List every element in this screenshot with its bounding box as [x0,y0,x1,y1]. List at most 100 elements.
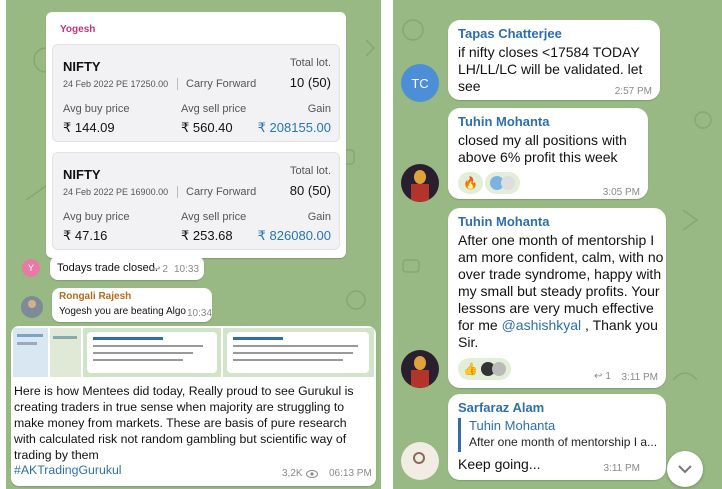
total-lot-value: 80 (50) [289,183,331,198]
thumb-card [87,332,217,373]
reply-count[interactable]: ↩ 2 [152,264,168,275]
mention-link[interactable]: @ashishkyal [502,317,582,333]
sender-name: Sarfaraz Alam [458,400,545,415]
eye-icon [305,469,318,478]
message-time: 3:11 PM [603,463,641,474]
message-bubble[interactable]: Sarfaraz Alam Tuhin Mohanta After one mo… [448,394,666,480]
fire-emoji: 🔥 [463,176,478,190]
position-type: Carry Forward [186,186,257,198]
reaction-fire[interactable]: 🔥 [458,172,483,194]
thumb-line [93,337,163,340]
thumb-line [17,342,37,345]
avg-sell-value: ₹ 560.40 [181,120,233,135]
total-lot-label: Total lot. [290,165,331,177]
sender-name: Rongali Rajesh [59,291,132,302]
reaction-thumbs-up[interactable]: 👍 [458,358,511,380]
avg-buy-label: Avg buy price [63,211,130,223]
gain-value: ₹ 826080.00 [257,228,331,243]
message-text: Keep going... [458,456,541,472]
position-detail: 24 Feb 2022 PE 16900.00 [63,187,169,197]
media-thumbnail[interactable] [50,328,81,377]
message-bubble[interactable]: Tuhin Mohanta closed my all positions wi… [448,108,648,199]
avatar-figure [413,452,425,464]
trade-screenshot-message[interactable]: Yogesh NIFTY 24 Feb 2022 PE 17250.00 Car… [46,12,346,258]
position-detail: 24 Feb 2022 PE 17250.00 [63,79,169,89]
media-thumbnail[interactable] [223,328,374,377]
avatar[interactable]: Y [22,259,40,277]
message-bubble[interactable]: Tuhin Mohanta After one month of mentors… [448,208,666,388]
avatar[interactable] [401,442,439,480]
avg-sell-value: ₹ 253.68 [181,228,233,243]
hashtag-link[interactable]: #AKTradingGurukul [14,463,122,477]
reply-icon: ↩ [152,264,161,275]
message-time: 3:11 PM [621,372,659,383]
thumb-line [93,359,183,361]
gain-value: ₹ 208155.00 [257,120,331,135]
avatar-face [28,300,36,308]
message-time: 10:34 [187,308,213,319]
thumb-line [233,352,353,354]
message-time: 06:13 PM [329,468,372,479]
message-bubble[interactable]: Tapas Chatterjee if nifty closes <17584 … [448,20,660,100]
avatar-figure [414,170,426,184]
total-lot-label: Total lot. [290,57,331,69]
position-symbol: NIFTY [63,59,101,74]
thumbs-up-emoji: 👍 [463,362,478,376]
sender-name: Tuhin Mohanta [458,114,550,129]
thumb-line [17,334,43,337]
avatar[interactable] [401,350,439,388]
reply-icon: ↩ [594,371,603,382]
media-thumbnail[interactable] [13,328,48,377]
quoted-text: After one month of mentorship I a... [469,435,658,449]
post-message[interactable]: Here is how Mentees did today, Really pr… [11,326,376,486]
message-bubble[interactable]: Rongali Rajesh Yogesh you are beating Al… [52,288,212,322]
quoted-reply[interactable]: Tuhin Mohanta After one month of mentors… [458,418,658,452]
reactor-avatar [501,176,515,190]
divider [177,186,178,198]
divider [177,78,178,90]
post-text: Here is how Mentees did today, Really pr… [14,384,354,462]
message-text: Todays trade closed. [57,262,158,274]
message-text: After one month of mentorship I am more … [458,232,664,351]
thumb-line [93,345,203,347]
avg-sell-label: Avg sell price [181,211,247,223]
sender-name: Tapas Chatterjee [458,26,562,41]
media-thumbnail[interactable] [83,328,221,377]
reply-count-text: 1 [605,371,611,382]
position-card-2: NIFTY 24 Feb 2022 PE 16900.00 Carry Forw… [52,152,340,250]
scroll-down-icon [678,465,692,474]
avatar-figure [411,184,429,202]
reaction-avatars[interactable] [485,172,520,194]
message-time: 2:57 PM [614,86,652,97]
scroll-down-button[interactable] [667,451,703,487]
right-chat-screenshot: TC Tapas Chatterjee if nifty closes <175… [393,0,722,489]
view-count: 3,2K [282,468,318,479]
thumb-line [233,359,343,361]
avatar[interactable]: TC [401,64,439,102]
avatar[interactable] [401,164,439,202]
message-text: closed my all positions with above 6% pr… [458,132,627,165]
position-type: Carry Forward [186,78,257,90]
thumb-line [53,336,77,339]
view-count-text: 3,2K [282,468,303,479]
avatar-figure [411,370,429,388]
total-lot-value: 10 (50) [289,75,331,90]
reply-count[interactable]: ↩ 1 [594,371,611,382]
gain-label: Gain [307,103,331,115]
avg-buy-label: Avg buy price [63,103,130,115]
message-time: 10:33 [174,264,200,275]
card-sender-name: Yogesh [60,24,96,35]
position-symbol: NIFTY [63,167,101,182]
message-time: 3:05 PM [602,187,640,198]
thumb-line [233,337,283,340]
message-text: Yogesh you are beating Algo [59,306,186,317]
avg-sell-label: Avg sell price [181,103,247,115]
avg-buy-value: ₹ 47.16 [63,228,108,243]
message-bubble[interactable]: Todays trade closed. ↩ 2 10:33 [50,256,204,280]
avatar[interactable] [21,296,43,318]
avg-buy-value: ₹ 144.09 [63,120,115,135]
reactor-avatar [491,362,506,376]
left-chat-screenshot: Yogesh NIFTY 24 Feb 2022 PE 17250.00 Car… [6,0,381,489]
thumb-line [233,345,358,347]
gain-label: Gain [307,211,331,223]
